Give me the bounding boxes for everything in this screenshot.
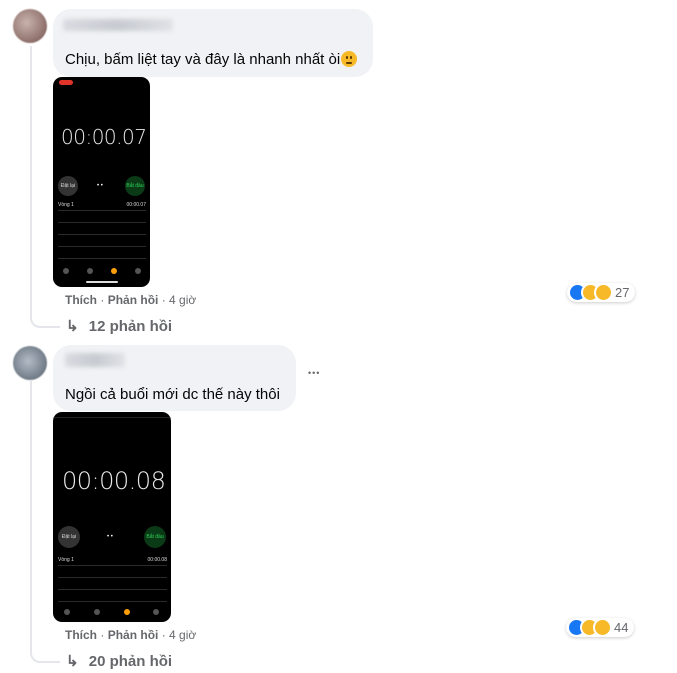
divider <box>58 222 146 223</box>
reaction-summary[interactable]: 27 <box>567 283 635 302</box>
comment-actions: Thích · Phản hồi · 4 giờ <box>65 628 197 642</box>
view-replies-link[interactable]: ↳ 20 phản hồi <box>66 652 172 670</box>
divider <box>58 565 167 566</box>
divider <box>58 234 146 235</box>
recording-indicator <box>59 80 73 85</box>
more-horizontal-icon[interactable]: ••• <box>308 368 320 378</box>
divider <box>58 601 167 602</box>
lap-label: Vòng 1 <box>58 202 74 208</box>
reply-arrow-icon: ↳ <box>66 318 79 335</box>
lap-time: 00:00.08 <box>147 557 167 563</box>
avatar[interactable] <box>13 9 47 43</box>
author-name[interactable] <box>63 19 173 31</box>
stopwatch-time: 00:00.08 <box>62 467 166 495</box>
lap-label: Vòng 1 <box>58 557 74 563</box>
stopwatch-screenshot[interactable]: 00:00.08 Đặt lại • • Bắt đầu Vòng 1 00:0… <box>53 412 171 622</box>
comment-bubble: Ngồi cả buổi mới dc thế này thôi <box>53 345 296 411</box>
divider <box>58 589 167 590</box>
view-replies-link[interactable]: ↳ 12 phản hồi <box>66 317 172 335</box>
like-link[interactable]: Thích <box>65 628 97 642</box>
timer-icon <box>135 268 141 274</box>
alarm-icon <box>94 609 100 615</box>
status-bar <box>53 417 171 418</box>
slightly-frowning-face-icon <box>341 51 358 67</box>
avatar[interactable] <box>13 346 47 380</box>
page-dots: • • <box>97 183 103 189</box>
like-link[interactable]: Thích <box>65 293 97 307</box>
comment-text: Chịu, bấm liệt tay và đây là nhanh nhất … <box>65 51 358 68</box>
world-clock-icon <box>64 609 70 615</box>
comment-actions: Thích · Phản hồi · 4 giờ <box>65 293 197 307</box>
world-clock-icon <box>63 268 69 274</box>
reaction-count: 27 <box>615 285 630 300</box>
reaction-count: 44 <box>614 620 629 635</box>
divider <box>58 258 146 259</box>
stopwatch-screenshot[interactable]: 00:00.07 Đặt lại • • Bắt đầu Vòng 1 00:0… <box>53 77 150 287</box>
reaction-summary[interactable]: 44 <box>566 618 634 637</box>
reply-link[interactable]: Phản hồi <box>108 293 159 307</box>
home-indicator <box>86 281 118 283</box>
stopwatch-icon <box>124 609 130 615</box>
reply-link[interactable]: Phản hồi <box>108 628 159 642</box>
lap-time: 00:00.07 <box>126 202 146 208</box>
author-name[interactable] <box>65 353 125 367</box>
comment-bubble: Chịu, bấm liệt tay và đây là nhanh nhất … <box>53 9 373 77</box>
reply-arrow-icon: ↳ <box>66 653 79 670</box>
wow-icon <box>593 618 612 637</box>
start-button: Bắt đầu <box>144 526 166 548</box>
divider <box>58 577 167 578</box>
comment-text: Ngồi cả buổi mới dc thế này thôi <box>65 386 280 403</box>
timer-icon <box>153 609 159 615</box>
divider <box>58 210 146 211</box>
timestamp[interactable]: 4 giờ <box>169 293 196 307</box>
stopwatch-icon <box>111 268 117 274</box>
divider <box>58 246 146 247</box>
stopwatch-time: 00:00.07 <box>61 125 147 149</box>
timestamp[interactable]: 4 giờ <box>169 628 196 642</box>
alarm-icon <box>87 268 93 274</box>
start-button: Bắt đầu <box>125 176 145 196</box>
reset-button: Đặt lại <box>58 176 78 196</box>
wow-icon <box>594 283 613 302</box>
page-dots: • • <box>107 534 113 540</box>
reset-button: Đặt lại <box>58 526 80 548</box>
